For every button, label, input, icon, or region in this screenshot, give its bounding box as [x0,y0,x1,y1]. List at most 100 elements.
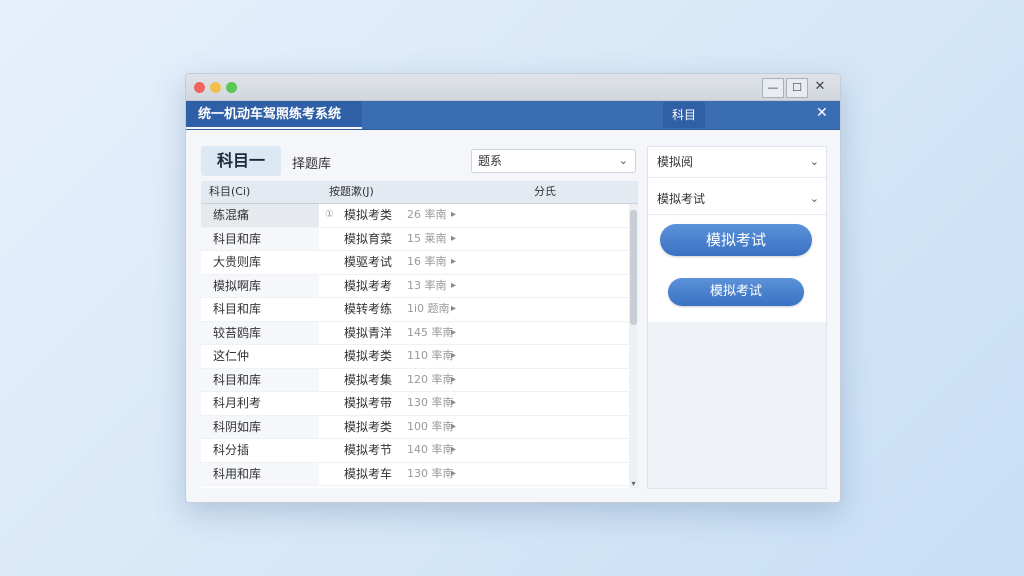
question-row[interactable]: 模拟育菜 15 莱南 ▸ [319,228,629,251]
subject-list-item[interactable]: 大贵则库 [201,251,319,275]
question-count: 140 率南 [407,443,454,456]
chevron-down-icon: ⌄ [809,192,819,205]
chevron-right-icon: ▸ [451,326,457,338]
column-header-subject[interactable]: 科目(Ci) [209,181,250,203]
question-name: 模拟育菜 [344,231,393,246]
question-name: 模拟考考 [344,278,393,293]
subject-list-item[interactable]: 科目和库 [201,298,319,322]
chevron-right-icon: ▸ [451,420,457,432]
tab-subject[interactable]: 科目 [663,102,705,128]
question-name: 模驱考试 [344,255,393,269]
close-dot-icon[interactable] [194,82,205,93]
library-label: 择题库 [292,157,332,172]
chevron-right-icon: ▸ [451,486,456,488]
question-row[interactable]: 模拟考类 110 率南 ▸ [319,345,629,369]
question-row[interactable]: 模拟考洋 21 率南 ▸ [319,486,629,488]
question-name: 模拟考类 [344,419,393,434]
question-count: 100 率南 [407,419,454,433]
question-row[interactable]: 模转考练 1i0 题南 ▸ [319,298,629,322]
chevron-right-icon: ▸ [451,209,457,220]
column-header-score[interactable]: 分氏 [534,181,556,203]
question-count: 26 率南 [407,208,447,221]
subject-list-item[interactable]: 这仁仲 [201,345,319,369]
question-count: 130 率南 [407,466,454,480]
subject-list-item[interactable]: 科目和库 [201,227,319,251]
question-count: 1i0 题南 [407,302,450,315]
chevron-right-icon: ▸ [451,373,457,385]
chevron-right-icon: ▸ [451,467,457,479]
chevron-down-icon: ⌄ [809,155,819,168]
chevron-right-icon: ▸ [451,279,457,291]
subject-list-item[interactable]: 较苔鸥库 [201,321,319,345]
chevron-right-icon: ▸ [451,350,457,361]
chevron-down-icon: ⌄ [618,154,628,167]
exam-dropdown[interactable]: 模拟考试 ⌄ [648,184,826,215]
question-name: 模拟考洋 [344,486,392,488]
subject-list-item[interactable]: 科目和库 [201,368,319,392]
question-list: ① 模拟考类 26 率南 ▸ 模拟育菜 15 莱南 ▸ 模驱考试 16 率南 ▸ 模拟考考 13 率南… [319,204,629,488]
subject-list-item[interactable]: 科阴如库 [201,415,319,439]
question-count: 21 率南 [407,486,447,488]
row-number: ① [325,209,334,220]
exam-dropdown-value: 模拟考试 [657,192,706,206]
subject-list-item[interactable]: 模拟啊库 [201,274,319,298]
window-close-icon[interactable]: ✕ [810,78,830,96]
question-row[interactable]: 模拟考车 130 率南 ▸ [319,463,629,486]
question-row[interactable]: 模拟考类 100 率南 ▸ [319,416,629,439]
list-scrollbar[interactable]: ▾ [629,204,638,488]
mock-exam-button[interactable]: 模拟考试 [668,278,804,306]
mode-dropdown[interactable]: 模拟阅 ⌄ [648,147,826,178]
question-row[interactable]: 模拟青洋 145 率南 ▸ [319,322,629,345]
app-title: 统一机动车驾照练考系统 [186,101,362,129]
question-row[interactable]: 模拟考带 130 率南 ▸ [319,392,629,416]
subject-list-item[interactable]: 科月利考 [201,392,319,416]
subject-list-item[interactable]: 科分插 [201,439,319,463]
question-count: 13 率南 [407,278,447,292]
minimize-icon[interactable]: — [762,78,784,98]
chevron-right-icon: ▸ [451,397,457,408]
start-mock-exam-button[interactable]: 模拟考试 [660,224,812,256]
chevron-right-icon: ▸ [451,444,457,455]
chevron-right-icon: ▸ [451,303,457,314]
scroll-down-icon[interactable]: ▾ [629,479,638,488]
question-count: 110 率南 [407,349,454,362]
app-close-icon[interactable]: ✕ [816,105,828,121]
question-name: 模拟考类 [344,208,393,222]
chevron-right-icon: ▸ [451,232,457,244]
zoom-dot-icon[interactable] [226,82,237,93]
app-window: — ☐ ✕ 统一机动车驾照练考系统 科目 ✕ 科目一 择题库 题系 ⌄ 科目(C… [185,73,841,503]
question-name: 模转考练 [344,302,393,316]
subject-list-item[interactable]: 科一株 [201,486,319,488]
question-count: 15 莱南 [407,231,447,245]
window-titlebar: — ☐ ✕ [186,74,840,101]
question-count: 145 率南 [407,325,454,339]
question-row[interactable]: 模拟考考 13 率南 ▸ [319,275,629,298]
question-type-select[interactable]: 题系 ⌄ [471,149,636,173]
scrollbar-thumb[interactable] [630,210,637,325]
question-row[interactable]: 模驱考试 16 率南 ▸ [319,251,629,275]
question-name: 模拟青洋 [344,325,393,340]
question-count: 16 率南 [407,255,447,268]
question-row[interactable]: 模拟考节 140 率南 ▸ [319,439,629,463]
subject-list-item[interactable]: 练混痛 [201,204,319,228]
question-name: 模拟考节 [344,443,393,457]
subject-list: 练混痛 科目和库 大贵则库 模拟啊库 科目和库 较苔鸥库 这仁仲 科目和库 科月利考 科阴如库 科分… [201,204,320,488]
maximize-icon[interactable]: ☐ [786,78,808,98]
question-name: 模拟考类 [344,349,393,363]
list-header: 科目(Ci) 按题漱(J) 分氏 [201,181,638,204]
app-header: 统一机动车驾照练考系统 科目 ✕ [186,101,840,130]
question-count: 130 率南 [407,396,454,409]
chevron-right-icon: ▸ [451,256,457,267]
question-name: 模拟考带 [344,396,393,410]
mode-dropdown-value: 模拟阅 [657,155,694,169]
question-row[interactable]: 模拟考集 120 率南 ▸ [319,369,629,392]
minimize-dot-icon[interactable] [210,82,221,93]
question-row[interactable]: ① 模拟考类 26 率南 ▸ [319,204,629,228]
select-value: 题系 [478,154,503,168]
side-panel-lower [647,322,827,489]
subject-selector[interactable]: 科目一 [201,146,281,176]
column-header-questions[interactable]: 按题漱(J) [329,181,374,203]
question-name: 模拟考车 [344,466,393,481]
question-name: 模拟考集 [344,372,393,387]
subject-list-item[interactable]: 科用和库 [201,462,319,486]
